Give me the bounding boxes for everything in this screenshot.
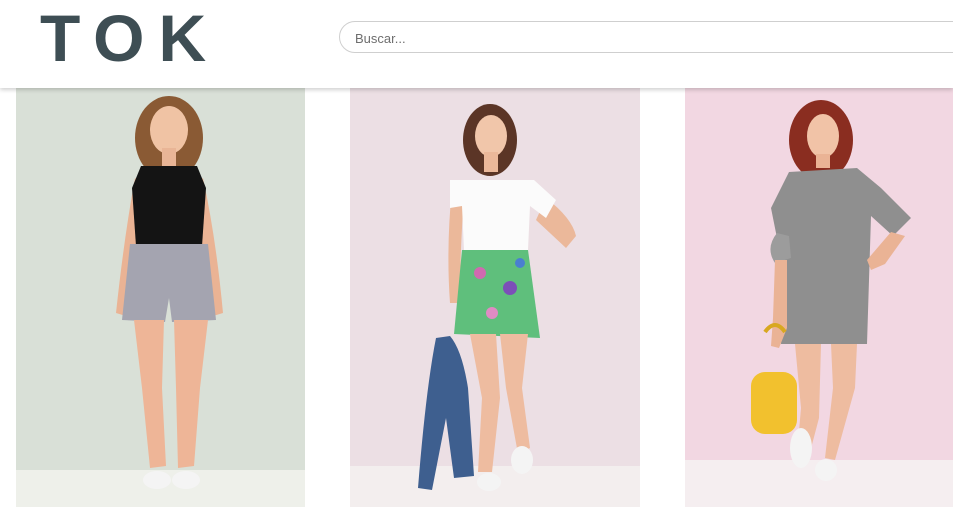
site-header: TOK [0,0,953,88]
product-photo[interactable] [16,88,305,507]
search-bar[interactable] [339,21,953,54]
product-photo[interactable] [685,88,953,507]
search-input[interactable] [353,22,937,54]
product-photo[interactable] [350,88,640,507]
brand-logo[interactable]: TOK [40,3,220,73]
product-card[interactable] [16,88,305,507]
product-card[interactable] [685,88,953,507]
product-card[interactable] [350,88,640,507]
